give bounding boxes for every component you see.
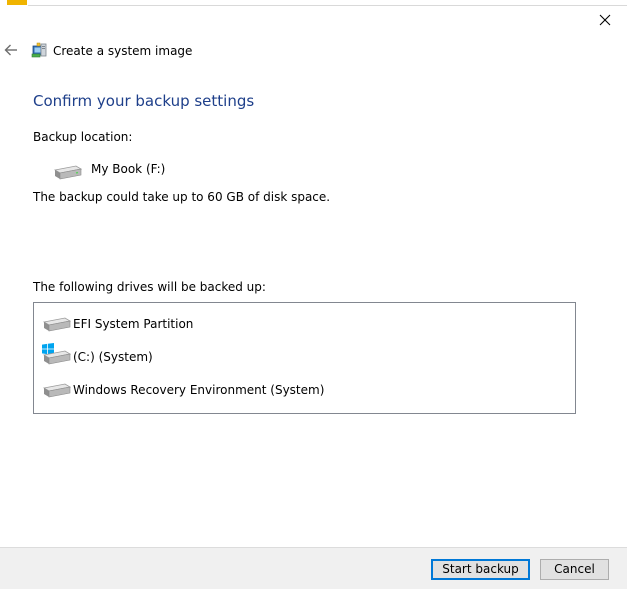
- close-button[interactable]: [589, 8, 621, 32]
- backup-location-value: My Book (F:): [91, 162, 166, 176]
- hard-drive-icon: [42, 317, 71, 332]
- list-item[interactable]: Windows Recovery Environment (System): [34, 372, 575, 402]
- drives-list[interactable]: EFI System Partition (C:) (System) Windo…: [33, 302, 576, 414]
- drive-label: (C:) (System): [73, 350, 153, 364]
- cancel-button[interactable]: Cancel: [540, 559, 609, 580]
- close-icon: [599, 14, 611, 26]
- dialog-footer: Start backup Cancel: [0, 547, 627, 589]
- disk-space-note: The backup could take up to 60 GB of dis…: [33, 190, 331, 204]
- background-window-accent: [7, 0, 27, 5]
- back-button[interactable]: [2, 40, 20, 60]
- backup-location-label: Backup location:: [33, 130, 133, 144]
- drive-label: EFI System Partition: [73, 317, 194, 331]
- drive-label: Windows Recovery Environment (System): [73, 383, 325, 397]
- start-backup-button[interactable]: Start backup: [431, 559, 530, 580]
- drives-list-header: The following drives will be backed up:: [33, 280, 266, 294]
- hard-drive-icon: [42, 383, 71, 398]
- back-arrow-icon: [4, 44, 17, 56]
- list-item[interactable]: EFI System Partition: [34, 306, 575, 336]
- hard-drive-icon: [53, 165, 82, 180]
- system-drive-icon: [42, 350, 71, 365]
- backup-restore-icon: [31, 42, 47, 58]
- create-system-image-window: Create a system image Confirm your backu…: [0, 0, 627, 589]
- page-title: Create a system image: [53, 44, 193, 58]
- list-item[interactable]: (C:) (System): [34, 339, 575, 369]
- window-top-border: [28, 0, 627, 6]
- page-heading: Confirm your backup settings: [33, 92, 255, 110]
